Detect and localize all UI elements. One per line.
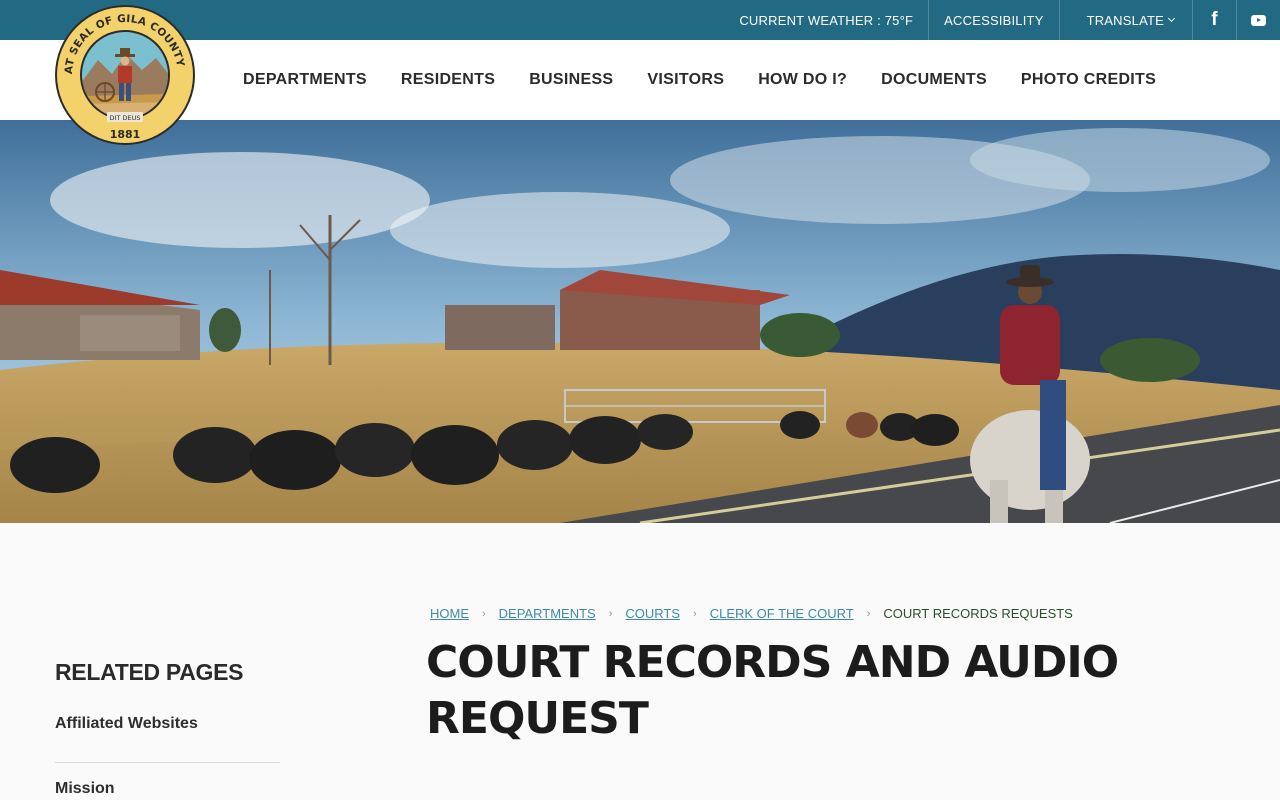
related-link-affiliated-websites[interactable]: Affiliated Websites xyxy=(55,708,280,763)
related-pages-heading: RELATED PAGES xyxy=(55,659,244,685)
page-title: COURT RECORDS AND AUDIO REQUEST xyxy=(426,635,1146,747)
breadcrumb-clerk-of-the-court[interactable]: CLERK OF THE COURT xyxy=(710,606,854,621)
breadcrumb-home[interactable]: HOME xyxy=(430,606,469,621)
related-pages-list: Affiliated Websites Mission xyxy=(55,708,280,800)
page-title-line-2: REQUEST xyxy=(426,693,649,744)
breadcrumb-current: COURT RECORDS REQUESTS xyxy=(883,606,1073,621)
breadcrumb-courts[interactable]: COURTS xyxy=(625,606,680,621)
weather-readout: CURRENT WEATHER : 75°F xyxy=(724,0,928,40)
facebook-link[interactable]: f xyxy=(1192,0,1236,40)
youtube-link[interactable] xyxy=(1236,0,1280,40)
page-title-line-1: COURT RECORDS AND AUDIO xyxy=(426,637,1119,688)
nav-how-do-i[interactable]: HOW DO I? xyxy=(741,71,864,89)
translate-dropdown[interactable]: TRANSLATE xyxy=(1058,0,1192,40)
translate-label: TRANSLATE xyxy=(1086,12,1164,28)
accessibility-label: ACCESSIBILITY xyxy=(944,12,1044,28)
breadcrumb-separator: › xyxy=(482,607,486,620)
breadcrumb: HOME › DEPARTMENTS › COURTS › CLERK OF T… xyxy=(430,606,1073,621)
ranch-landscape-illustration xyxy=(0,120,1280,523)
nav-departments[interactable]: DEPARTMENTS xyxy=(226,71,384,89)
youtube-icon xyxy=(1251,14,1266,26)
content-area: HOME › DEPARTMENTS › COURTS › CLERK OF T… xyxy=(0,523,1280,800)
nav-visitors[interactable]: VISITORS xyxy=(630,71,741,89)
county-seal-logo[interactable]: DIT DEUS THE GREAT SEAL OF GILA COUNTY A… xyxy=(54,4,196,146)
nav-business[interactable]: BUSINESS xyxy=(512,71,630,89)
chevron-down-icon xyxy=(1167,14,1176,22)
weather-text: CURRENT WEATHER : 75°F xyxy=(739,12,914,28)
seal-motto: DIT DEUS xyxy=(110,114,141,122)
nav-photo-credits[interactable]: PHOTO CREDITS xyxy=(1004,71,1173,89)
accessibility-link[interactable]: ACCESSIBILITY xyxy=(928,0,1058,40)
breadcrumb-separator: › xyxy=(693,607,697,620)
nav-documents[interactable]: DOCUMENTS xyxy=(864,71,1004,89)
breadcrumb-separator: › xyxy=(608,607,613,620)
seal-year: 1881 xyxy=(110,128,141,141)
related-pages-sidebar: RELATED PAGES Affiliated Websites Missio… xyxy=(55,659,280,800)
breadcrumb-separator: › xyxy=(866,607,871,620)
main-nav: DEPARTMENTS RESIDENTS BUSINESS VISITORS … xyxy=(226,40,1173,120)
hero-banner-image xyxy=(0,120,1280,523)
related-link-mission[interactable]: Mission xyxy=(55,763,280,800)
facebook-icon: f xyxy=(1211,9,1218,30)
breadcrumb-departments[interactable]: DEPARTMENTS xyxy=(499,606,596,621)
nav-residents[interactable]: RESIDENTS xyxy=(384,71,512,89)
